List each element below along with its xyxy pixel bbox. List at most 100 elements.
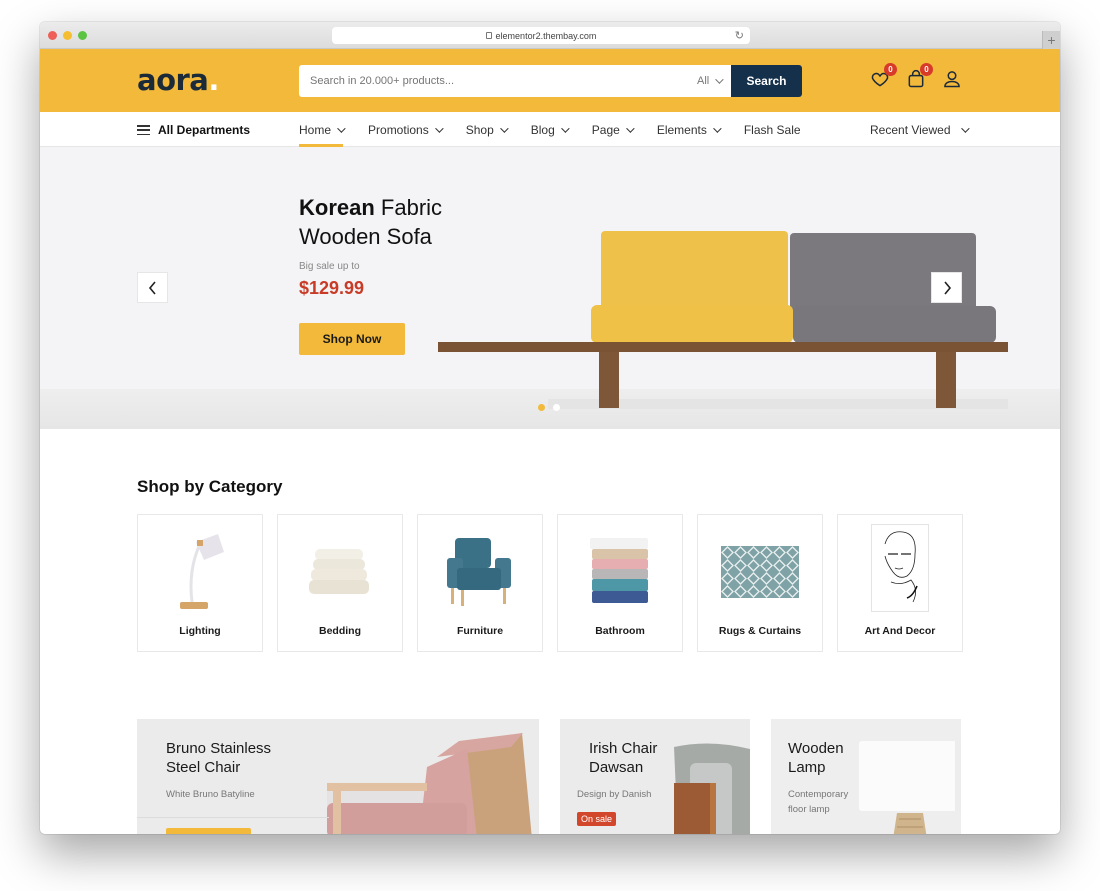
site-logo[interactable]: aora.: [137, 63, 219, 97]
category-card-lighting[interactable]: Lighting: [137, 514, 263, 652]
promo-shop-button[interactable]: [166, 828, 251, 834]
nav-item-shop[interactable]: Shop: [465, 112, 509, 147]
nav-item-promotions[interactable]: Promotions: [368, 112, 444, 147]
site-header: aora. All Search 0 0: [40, 49, 1060, 112]
nav-item-home[interactable]: Home: [299, 112, 346, 147]
category-label: Rugs & Curtains: [718, 625, 802, 637]
header-actions: 0 0: [870, 63, 962, 89]
hero-title: Korean Fabric Wooden Sofa: [299, 193, 442, 251]
chevron-down-icon: [715, 75, 724, 84]
line-art-portrait-image: [838, 523, 962, 613]
promo-title-line1: Wooden: [788, 740, 844, 757]
recent-viewed-dropdown[interactable]: Recent Viewed: [870, 112, 970, 147]
nav-item-elements[interactable]: Elements: [656, 112, 722, 147]
account-button[interactable]: [942, 69, 962, 89]
cart-count-badge: 0: [920, 63, 933, 76]
divider: [137, 817, 329, 818]
user-icon: [944, 71, 960, 88]
category-card-rugs-curtains[interactable]: Rugs & Curtains: [697, 514, 823, 652]
close-window-button[interactable]: [48, 31, 57, 40]
promo-banner-bruno-chair[interactable]: Bruno Stainless Steel Chair White Bruno B…: [137, 719, 539, 834]
chevron-left-icon: [148, 280, 156, 295]
nav-item-blog[interactable]: Blog: [531, 112, 570, 147]
chevron-down-icon: [560, 123, 570, 133]
promo-banner-wooden-lamp[interactable]: Wooden Lamp Contemporary floor lamp: [771, 719, 961, 834]
category-label: Bathroom: [595, 625, 645, 637]
slider-next-button[interactable]: [931, 272, 962, 303]
chevron-down-icon: [434, 123, 444, 133]
category-label: Lighting: [179, 625, 221, 637]
slider-dot-2[interactable]: [553, 404, 560, 411]
hero-slider: Korean Fabric Wooden Sofa Big sale up to…: [40, 147, 1060, 429]
search-bar: All Search: [299, 65, 802, 97]
promo-subtitle-line2: floor lamp: [788, 804, 830, 815]
category-card-bedding[interactable]: Bedding: [277, 514, 403, 652]
chevron-down-icon: [960, 123, 970, 133]
chevron-down-icon: [337, 123, 346, 133]
nav-label: Shop: [465, 122, 494, 137]
category-list: Lighting Bedding Furniture Bathroom Rugs…: [137, 514, 963, 652]
recent-viewed-label: Recent Viewed: [870, 122, 951, 137]
promo-title: Wooden Lamp: [788, 739, 844, 777]
section-title-categories: Shop by Category: [137, 477, 283, 496]
all-departments-button[interactable]: All Departments: [137, 123, 250, 137]
slider-prev-button[interactable]: [137, 272, 168, 303]
category-label: Furniture: [456, 625, 504, 637]
promo-banner-irish-chair[interactable]: Irish Chair Dawsan Design by Danish On sa…: [560, 719, 750, 834]
hero-title-line1: Fabric: [380, 195, 443, 220]
zoom-window-button[interactable]: [78, 31, 87, 40]
search-input[interactable]: [299, 65, 697, 97]
table-lamp-image: [859, 741, 961, 834]
category-card-bathroom[interactable]: Bathroom: [557, 514, 683, 652]
nav-label: Page: [591, 122, 620, 137]
promo-subtitle: White Bruno Batyline: [166, 789, 255, 800]
nav-label: Home: [299, 122, 332, 137]
wishlist-count-badge: 0: [884, 63, 897, 76]
wishlist-button[interactable]: 0: [870, 63, 897, 89]
departments-label: All Departments: [158, 123, 251, 137]
chevron-down-icon: [713, 123, 722, 133]
promo-title-line2: Lamp: [788, 759, 826, 776]
on-sale-badge: On sale: [577, 812, 617, 826]
promo-subtitle: Design by Danish: [577, 789, 652, 800]
slider-dot-1[interactable]: [538, 404, 545, 411]
sofa-image: [438, 231, 1008, 409]
towels-image: [558, 527, 682, 617]
category-label: Bedding: [319, 625, 361, 637]
hero-title-line2: Wooden Sofa: [299, 224, 432, 249]
armchair-image: [418, 527, 542, 617]
new-tab-button[interactable]: +: [1042, 31, 1060, 49]
address-bar[interactable]: elementor2.thembay.com ↻: [332, 27, 750, 44]
minimize-window-button[interactable]: [63, 31, 72, 40]
menu-icon: [137, 125, 150, 135]
reload-icon[interactable]: ↻: [735, 29, 744, 42]
category-card-furniture[interactable]: Furniture: [417, 514, 543, 652]
browser-toolbar: elementor2.thembay.com ↻ +: [40, 22, 1060, 49]
pillows-image: [278, 527, 402, 617]
cart-button[interactable]: 0: [906, 63, 933, 89]
lock-icon: [485, 32, 492, 39]
chevron-down-icon: [499, 123, 509, 133]
hero-price: $129.99: [299, 278, 365, 298]
promo-title-line1: Bruno Stainless: [166, 740, 272, 757]
browser-window: elementor2.thembay.com ↻ + aora. All Sea…: [40, 22, 1060, 834]
logo-dot: .: [208, 63, 219, 97]
chevron-right-icon: [943, 280, 951, 295]
promo-title-line1: Irish Chair: [589, 740, 658, 757]
desk-lamp-image: [138, 527, 262, 617]
promo-subtitle: Contemporary floor lamp: [788, 787, 848, 817]
category-label: Art And Decor: [864, 625, 936, 637]
promo-subtitle-line1: Contemporary: [788, 789, 849, 800]
nav-label: Flash Sale: [743, 122, 801, 137]
nav-item-flash-sale[interactable]: Flash Sale: [744, 112, 801, 147]
promo-title: Bruno Stainless Steel Chair: [166, 739, 271, 777]
hero-content: Korean Fabric Wooden Sofa Big sale up to…: [299, 193, 442, 355]
grey-chair-image: [674, 743, 750, 834]
nav-label: Elements: [656, 122, 707, 137]
chevron-down-icon: [625, 123, 635, 133]
search-category-select[interactable]: All: [697, 65, 731, 97]
search-button[interactable]: Search: [731, 65, 802, 97]
nav-item-page[interactable]: Page: [591, 112, 635, 147]
category-card-art-decor[interactable]: Art And Decor: [837, 514, 963, 652]
shop-now-button[interactable]: Shop Now: [299, 323, 405, 355]
